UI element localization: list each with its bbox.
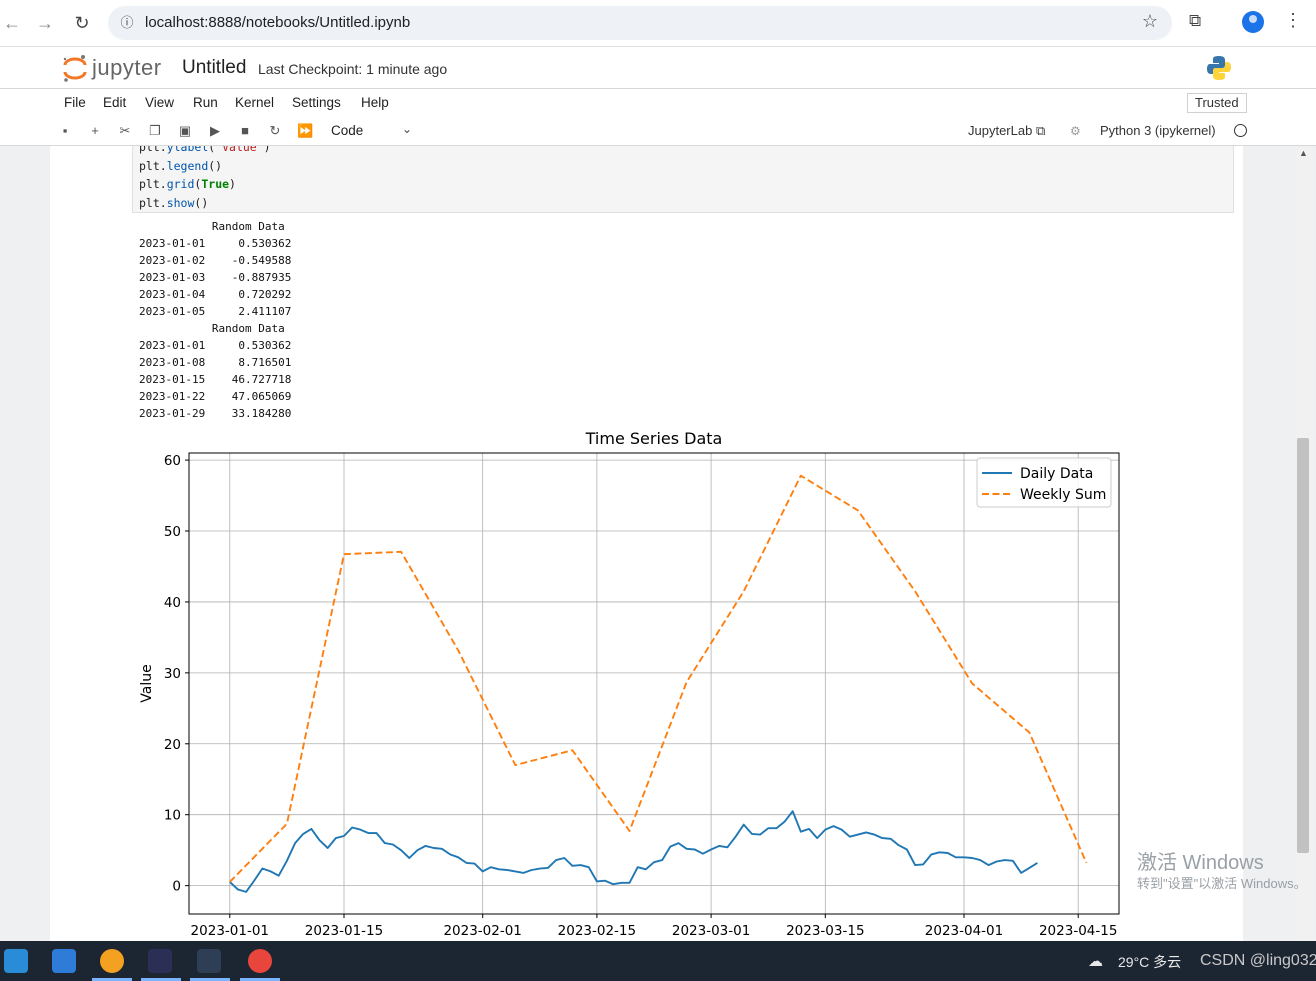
menu-bar: File Edit View Run Kernel Settings Help …	[0, 88, 1316, 118]
restart-icon[interactable]: ↻	[267, 123, 283, 139]
url-text: localhost:8888/notebooks/Untitled.ipynb	[145, 14, 411, 31]
jupyterlab-label: JupyterLab	[968, 123, 1033, 138]
menu-settings[interactable]: Settings	[292, 95, 341, 110]
menu-kernel[interactable]: Kernel	[235, 95, 274, 110]
address-bar[interactable]: ⓘ localhost:8888/notebooks/Untitled.ipyn…	[108, 6, 1172, 40]
x-tick-label: 2023-01-01	[191, 923, 269, 939]
browser-toolbar: ← → ↻ ⓘ localhost:8888/notebooks/Untitle…	[0, 0, 1316, 46]
x-tick-label: 2023-02-01	[443, 923, 521, 939]
site-info-icon[interactable]: ⓘ	[118, 14, 136, 32]
code-line: plt.grid(True)	[139, 177, 236, 191]
reload-icon[interactable]: ↻	[70, 11, 94, 35]
activation-watermark-title: 激活 Windows	[1137, 852, 1264, 874]
add-cell-icon[interactable]: +	[87, 123, 103, 139]
cut-icon[interactable]: ✂	[117, 123, 133, 139]
checkpoint-status: Last Checkpoint: 1 minute ago	[258, 61, 448, 77]
gear-icon: ⚙	[1070, 124, 1081, 138]
weather-icon[interactable]: ☁	[1088, 952, 1103, 970]
menu-file[interactable]: File	[64, 95, 86, 110]
bookmark-star-icon[interactable]: ☆	[1142, 11, 1158, 32]
x-tick-label: 2023-03-01	[672, 923, 750, 939]
x-tick-label: 2023-04-01	[925, 923, 1003, 939]
y-tick-label: 50	[164, 524, 181, 540]
chevron-down-icon[interactable]: ⌄	[402, 122, 412, 136]
chart-title: Time Series Data	[585, 429, 723, 448]
y-tick-label: 40	[164, 595, 181, 611]
y-tick-label: 60	[164, 453, 181, 469]
cell-type-select[interactable]: Code	[331, 123, 363, 138]
x-tick-label: 2023-04-15	[1039, 923, 1117, 939]
app-icon[interactable]	[100, 949, 124, 973]
taskbar: ☁ 29°C 多云 CSDN @ling0323	[0, 941, 1316, 981]
series-line-daily-data	[229, 810, 1038, 893]
jupyter-header: jupyter Untitled Last Checkpoint: 1 minu…	[0, 46, 1316, 89]
x-tick-label: 2023-01-15	[305, 923, 383, 939]
time-series-chart: 2023-01-01 2023-01-15 2023-02-01 2023-02-15…	[139, 429, 1120, 939]
profile-avatar[interactable]	[1242, 11, 1264, 33]
forward-icon[interactable]: →	[33, 11, 57, 35]
code-editor[interactable]: plt.ylabel('Value') plt.legend() plt.gri…	[139, 146, 271, 212]
scroll-up-arrow[interactable]: ▲	[1299, 148, 1308, 158]
legend-label: Daily Data	[1020, 466, 1093, 482]
menu-view[interactable]: View	[145, 95, 174, 110]
legend-label: Weekly Sum	[1020, 487, 1106, 503]
run-icon[interactable]: ▶	[207, 123, 223, 139]
restart-run-all-icon[interactable]: ⏩	[297, 123, 313, 139]
paste-icon[interactable]: ▣	[177, 123, 193, 139]
python-logo-icon	[1207, 56, 1231, 80]
notebook-title[interactable]: Untitled	[182, 57, 246, 79]
kernel-status-icon	[1234, 124, 1247, 137]
csdn-overlay: CSDN @ling0323	[1200, 952, 1316, 969]
activation-watermark-hint: 转到"设置"以激活 Windows。	[1137, 876, 1307, 891]
y-tick-label: 10	[164, 808, 181, 824]
stop-icon[interactable]: ■	[237, 123, 253, 139]
jupyterlab-link[interactable]: JupyterLab ⧉	[968, 123, 1045, 139]
y-tick-label: 0	[172, 879, 181, 895]
y-tick-label: 30	[164, 666, 181, 682]
chrome-icon[interactable]	[248, 949, 272, 973]
extensions-icon[interactable]: ⧉	[1189, 11, 1201, 31]
kernel-name[interactable]: Python 3 (ipykernel)	[1100, 123, 1216, 138]
y-tick-label: 20	[164, 737, 181, 753]
dataframe-output: Random Data 2023-01-01 0.530362 2023-01-…	[139, 220, 292, 420]
x-tick-label: 2023-02-15	[558, 923, 636, 939]
mail-icon[interactable]	[52, 949, 76, 973]
jupyter-brand: jupyter	[92, 55, 162, 80]
menu-help[interactable]: Help	[361, 95, 389, 110]
copy-icon[interactable]: ❐	[147, 123, 163, 139]
code-line: plt.legend()	[139, 158, 223, 173]
notebook-toolbar: ▪ + ✂ ❐ ▣ ▶ ■ ↻ ⏩ Code ⌄ JupyterLab ⧉ ⚙ …	[0, 117, 1316, 146]
browser-menu-icon[interactable]: ⋮	[1284, 10, 1302, 31]
plot-frame	[188, 452, 1120, 915]
x-tick-label: 2023-03-15	[786, 923, 864, 939]
store-icon[interactable]	[4, 949, 28, 973]
weather-text[interactable]: 29°C 多云	[1118, 952, 1181, 972]
trusted-badge[interactable]: Trusted	[1187, 93, 1247, 113]
jupyter-logo-icon[interactable]	[62, 53, 88, 83]
series-line-weekly-sum	[229, 474, 1088, 883]
menu-edit[interactable]: Edit	[103, 95, 126, 110]
code-line: plt.show()	[139, 195, 209, 210]
code-line: plt.ylabel('Value')	[139, 146, 271, 154]
save-icon[interactable]: ▪	[57, 123, 73, 139]
terminal-icon[interactable]	[197, 949, 221, 973]
menu-run[interactable]: Run	[193, 95, 218, 110]
scrollbar-thumb[interactable]	[1297, 438, 1309, 853]
intellij-icon[interactable]	[148, 949, 172, 973]
y-axis-label: Value	[139, 664, 155, 702]
code-cell[interactable]: plt.ylabel('Value') plt.legend() plt.gri…	[132, 146, 1234, 213]
back-icon[interactable]: ←	[0, 11, 24, 35]
